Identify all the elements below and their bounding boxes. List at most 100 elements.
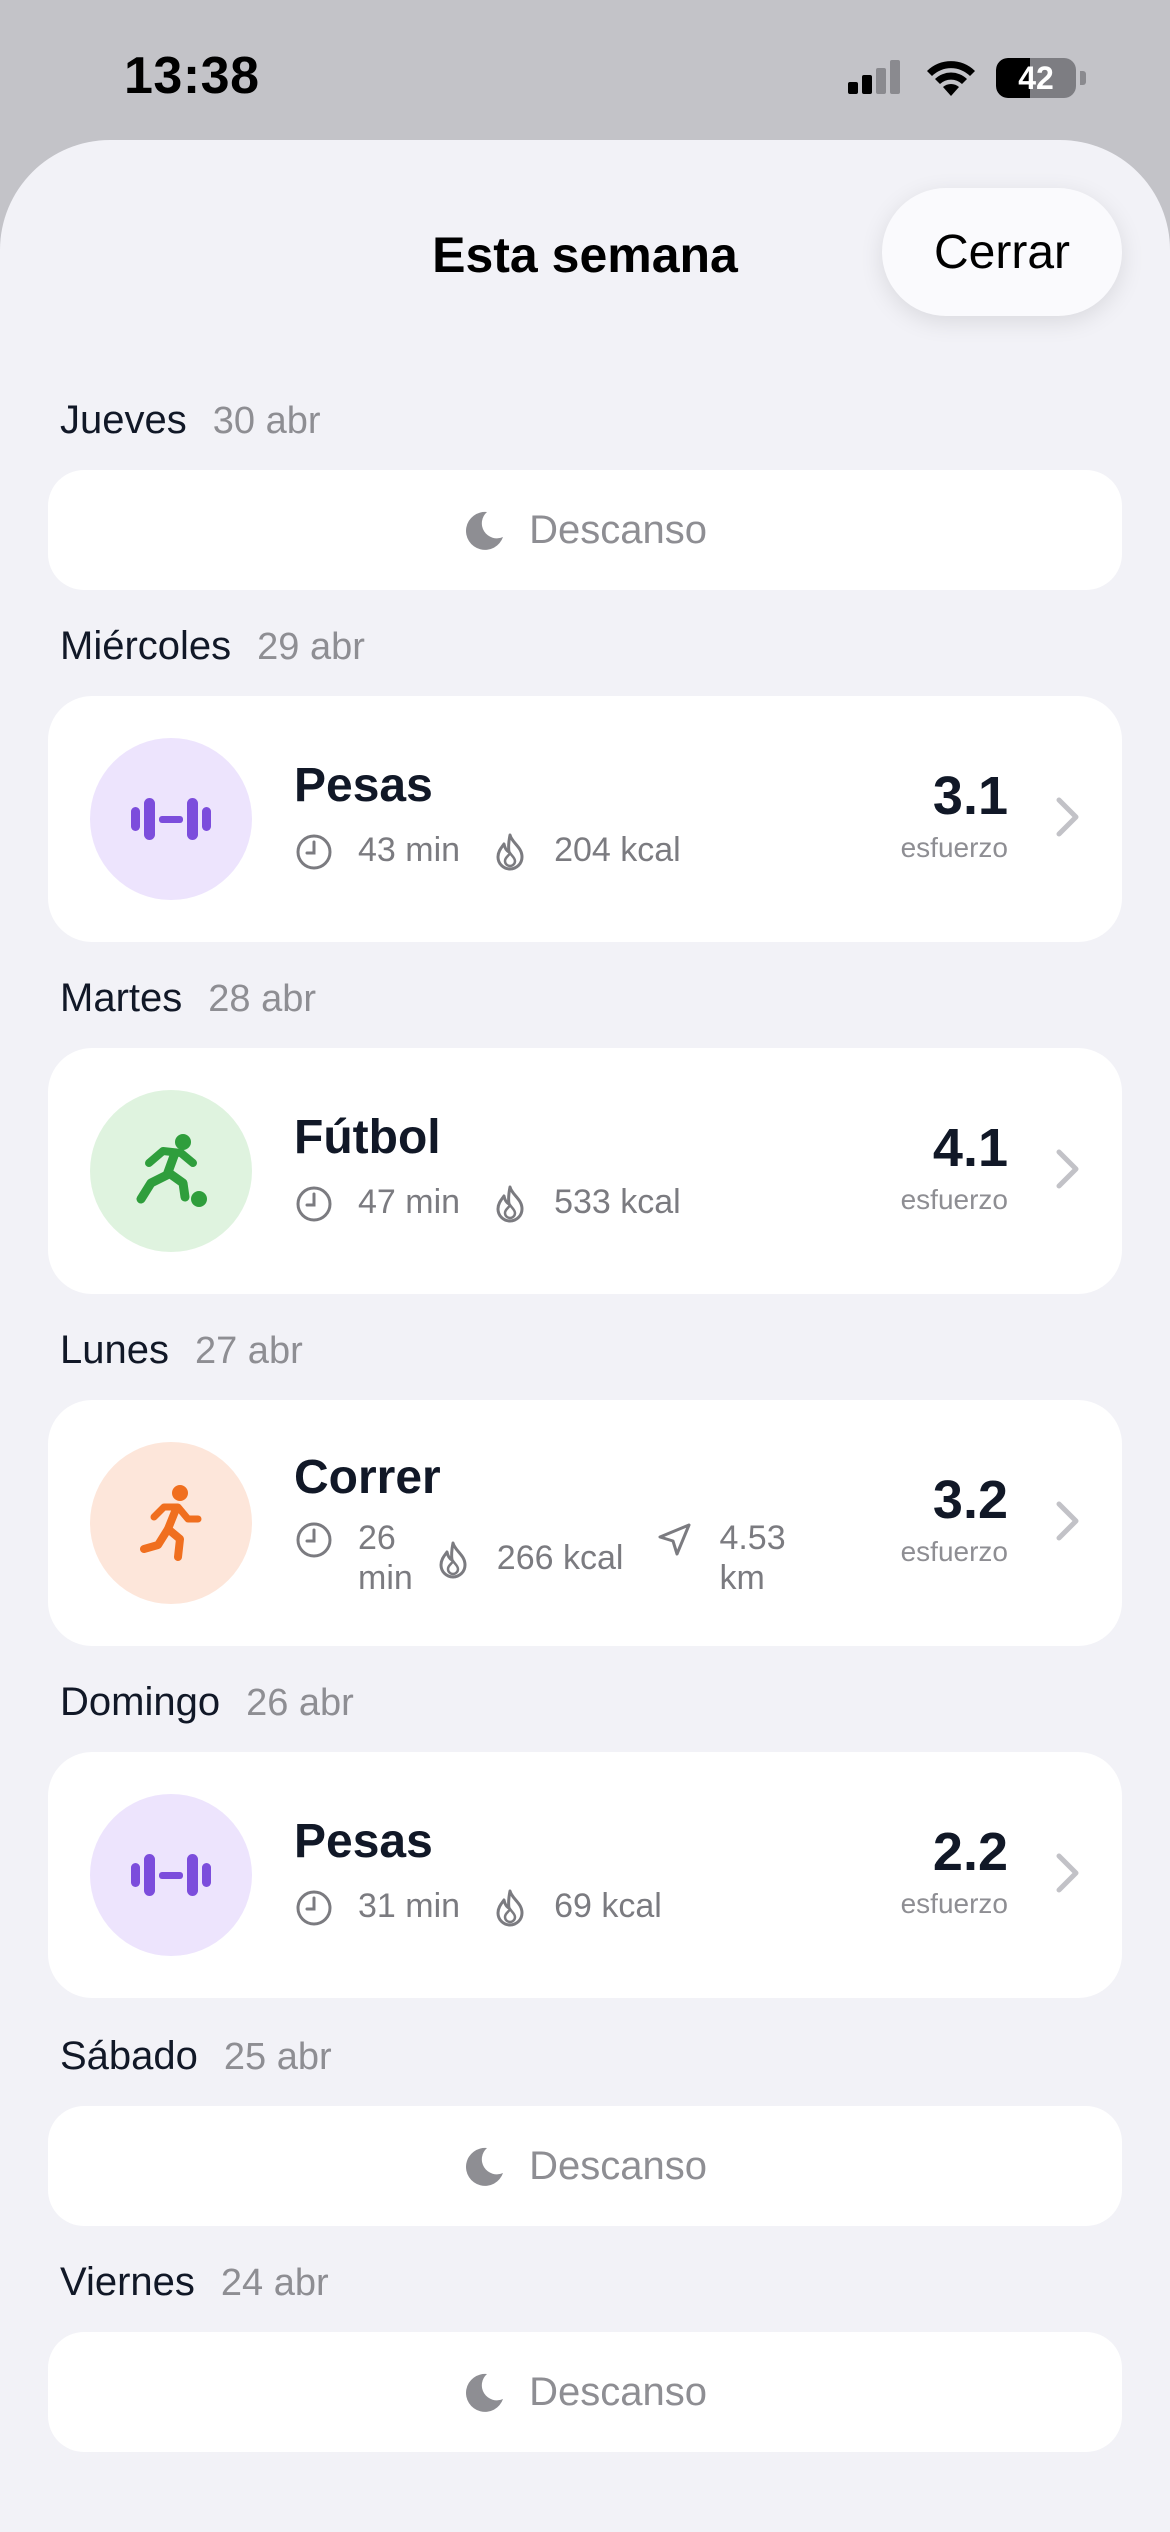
calories-metric: 69 kcal [490, 1886, 662, 1928]
calories-value: 69 kcal [554, 1887, 662, 1925]
rest-label: Descanso [529, 507, 707, 552]
activity-icon-circle [90, 1090, 252, 1252]
effort-value: 3.2 [932, 1470, 1008, 1530]
rest-label: Descanso [529, 2369, 707, 2414]
day-date: 26 abr [246, 1682, 354, 1724]
duration-value: 31 min [358, 1887, 461, 1925]
chevron-right-icon [1056, 1853, 1079, 1893]
status-bar: 13:38 42 [0, 0, 1170, 140]
battery-icon: 42 [996, 58, 1076, 98]
location-arrow-icon [658, 1523, 691, 1556]
clock-icon [296, 834, 332, 870]
workout-card[interactable]: Fútbol 47 min 533 kcal 4.1 esfuerzo [48, 1048, 1122, 1294]
workout-name: Pesas [294, 1815, 433, 1868]
duration-metric: 43 min [294, 830, 460, 872]
day-date: 24 abr [220, 2262, 329, 2304]
duration-value: 43 min [358, 831, 461, 869]
chevron-right-icon [1056, 797, 1079, 837]
flame-icon [439, 1541, 467, 1579]
rest-day-card: Descanso [48, 2106, 1122, 2226]
day-date: 28 abr [208, 978, 316, 1020]
day-name: Jueves [60, 398, 187, 442]
calories-metric: 266 kcal [433, 1538, 624, 1580]
workout-card[interactable]: Pesas 43 min 204 kcal 3.1 esfuerzo [48, 696, 1122, 942]
rest-day-card: Descanso [48, 470, 1122, 590]
distance-unit: km [719, 1559, 765, 1597]
duration-metric: 47 min [294, 1182, 460, 1224]
workout-name: Correr [294, 1451, 441, 1504]
wifi-icon [927, 61, 975, 96]
day-date: 29 abr [257, 626, 365, 668]
flame-icon [496, 1185, 524, 1223]
effort-label: esfuerzo [900, 832, 1008, 863]
day-header: Lunes 27 abr [60, 1328, 303, 1373]
day-header: Domingo 26 abr [60, 1680, 354, 1725]
day-name: Sábado [60, 2034, 198, 2078]
day-name: Viernes [60, 2260, 195, 2304]
effort-value: 2.2 [932, 1822, 1008, 1882]
flame-icon [496, 1889, 524, 1927]
duration-unit: min [358, 1559, 413, 1597]
calories-value: 266 kcal [496, 1539, 624, 1577]
cellular-signal-icon [848, 60, 900, 94]
day-date: 30 abr [212, 400, 321, 442]
duration-metric: 26 min [294, 1518, 413, 1598]
day-name: Domingo [60, 1680, 221, 1724]
football-player-icon [136, 1134, 207, 1207]
effort-label: esfuerzo [900, 1888, 1008, 1919]
chevron-right-icon [1056, 1501, 1079, 1541]
workout-metrics: 47 min 533 kcal [294, 1182, 711, 1224]
effort-value: 3.1 [932, 766, 1008, 826]
duration-value: 26 min [358, 1518, 413, 1598]
battery-percentage: 42 [1018, 59, 1054, 96]
workout-metrics: 31 min 69 kcal [294, 1886, 692, 1928]
battery-cap [1080, 71, 1086, 85]
day-header: Sábado 25 abr [60, 2034, 332, 2079]
effort-score: 4.1 esfuerzo [901, 1118, 1008, 1216]
activity-icon-circle [90, 738, 252, 900]
effort-value: 4.1 [932, 1118, 1008, 1178]
activity-icon-circle [90, 1794, 252, 1956]
dumbbell-icon [131, 1854, 211, 1896]
calories-metric: 533 kcal [490, 1182, 681, 1224]
clock-icon [296, 1890, 332, 1926]
workout-metrics: 26 min 266 kcal 4.53 km [294, 1518, 816, 1598]
close-button[interactable]: Cerrar [882, 188, 1122, 316]
duration-number: 26 [358, 1519, 396, 1557]
weekly-sheet: Esta semana Cerrar Jueves 30 abr Descans… [0, 140, 1170, 2532]
effort-label: esfuerzo [900, 1536, 1008, 1567]
workout-name: Pesas [294, 759, 433, 812]
moon-icon [466, 511, 504, 550]
effort-score: 3.2 esfuerzo [901, 1470, 1008, 1568]
effort-score: 2.2 esfuerzo [901, 1822, 1008, 1920]
flame-icon [496, 833, 524, 871]
moon-icon [466, 2147, 504, 2186]
chevron-right-icon [1056, 1149, 1079, 1189]
workout-card[interactable]: Correr 26 min 266 kcal 4.53 km 3.2 esfue… [48, 1400, 1122, 1646]
duration-metric: 31 min [294, 1886, 460, 1928]
distance-value: 4.53 km [719, 1518, 785, 1598]
clock-icon [296, 1186, 332, 1222]
clock-icon [296, 1522, 332, 1558]
calories-value: 533 kcal [554, 1183, 681, 1221]
status-time: 13:38 [124, 47, 260, 105]
distance-metric: 4.53 km [655, 1518, 786, 1598]
calories-value: 204 kcal [554, 831, 681, 869]
runner-icon [140, 1485, 202, 1561]
status-icons: 42 [846, 56, 1086, 100]
day-header: Jueves 30 abr [60, 398, 321, 443]
day-name: Miércoles [60, 624, 232, 668]
workout-card[interactable]: Pesas 31 min 69 kcal 2.2 esfuerzo [48, 1752, 1122, 1998]
rest-day-card: Descanso [48, 2332, 1122, 2452]
duration-value: 47 min [358, 1183, 461, 1221]
workout-metrics: 43 min 204 kcal [294, 830, 711, 872]
moon-icon [466, 2373, 504, 2412]
day-name: Lunes [60, 1328, 169, 1372]
effort-score: 3.1 esfuerzo [901, 766, 1008, 864]
workout-name: Fútbol [294, 1111, 441, 1164]
day-header: Viernes 24 abr [60, 2260, 329, 2305]
effort-label: esfuerzo [900, 1184, 1008, 1215]
rest-label: Descanso [529, 2143, 707, 2188]
distance-number: 4.53 [719, 1519, 786, 1557]
day-header: Martes 28 abr [60, 976, 316, 1021]
